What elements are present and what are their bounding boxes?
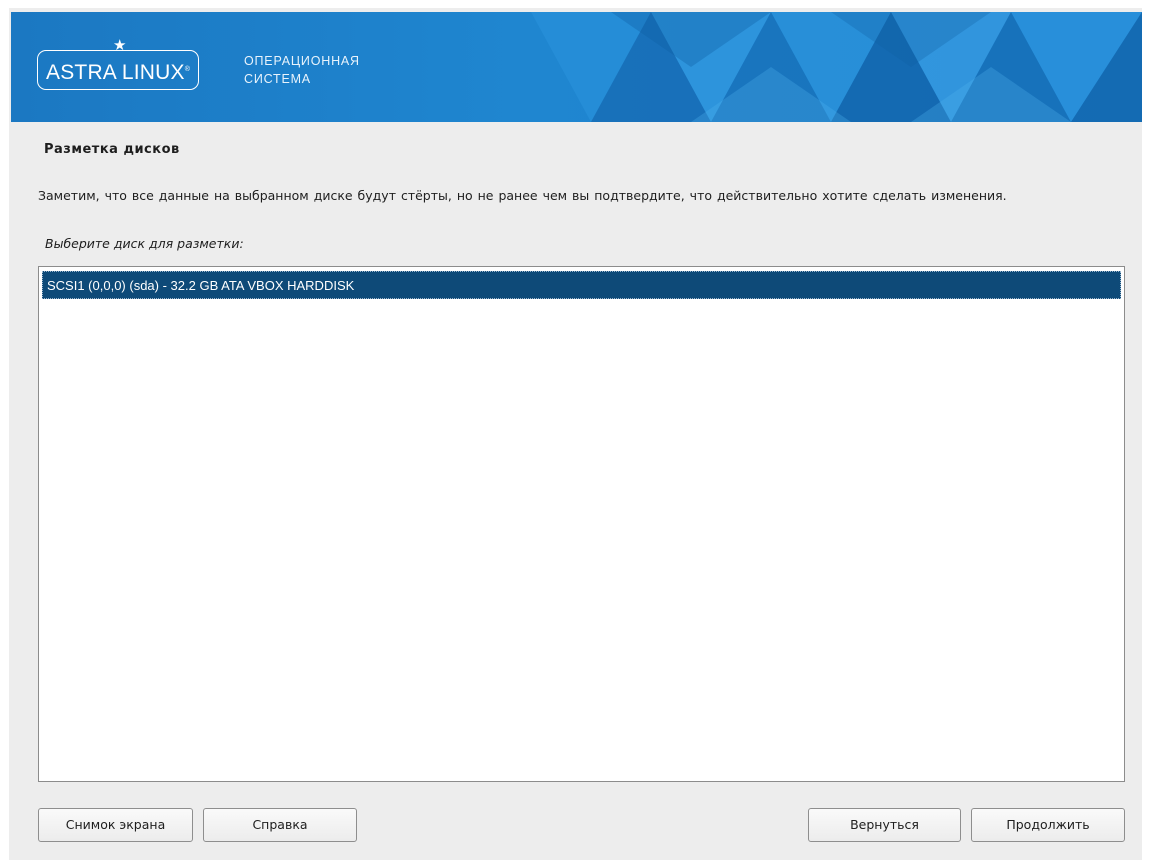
os-caption: ОПЕРАЦИОННАЯ СИСТЕМА (244, 52, 360, 88)
os-caption-line2: СИСТЕМА (244, 72, 311, 86)
astra-linux-logo: ★ ASTRA LINUX® (37, 38, 200, 90)
os-caption-line1: ОПЕРАЦИОННАЯ (244, 54, 360, 68)
warning-text: Заметим, что все данные на выбранном дис… (38, 188, 1007, 203)
disk-list[interactable]: SCSI1 (0,0,0) (sda) - 32.2 GB ATA VBOX H… (38, 266, 1125, 782)
back-button[interactable]: Вернуться (808, 808, 961, 842)
star-icon: ★ (113, 37, 127, 54)
screenshot-button[interactable]: Снимок экрана (38, 808, 193, 842)
disk-prompt: Выберите диск для разметки: (45, 236, 244, 251)
disk-item-sda[interactable]: SCSI1 (0,0,0) (sda) - 32.2 GB ATA VBOX H… (42, 271, 1121, 299)
continue-button[interactable]: Продолжить (971, 808, 1125, 842)
logo-text: ASTRA LINUX (46, 61, 185, 84)
header-banner: ★ ASTRA LINUX® ОПЕРАЦИОННАЯ СИСТЕМА (11, 12, 1142, 122)
help-button[interactable]: Справка (203, 808, 357, 842)
page-title: Разметка дисков (44, 142, 180, 157)
registered-mark: ® (184, 66, 191, 73)
disk-item-label: SCSI1 (0,0,0) (sda) - 32.2 GB ATA VBOX H… (47, 278, 355, 293)
